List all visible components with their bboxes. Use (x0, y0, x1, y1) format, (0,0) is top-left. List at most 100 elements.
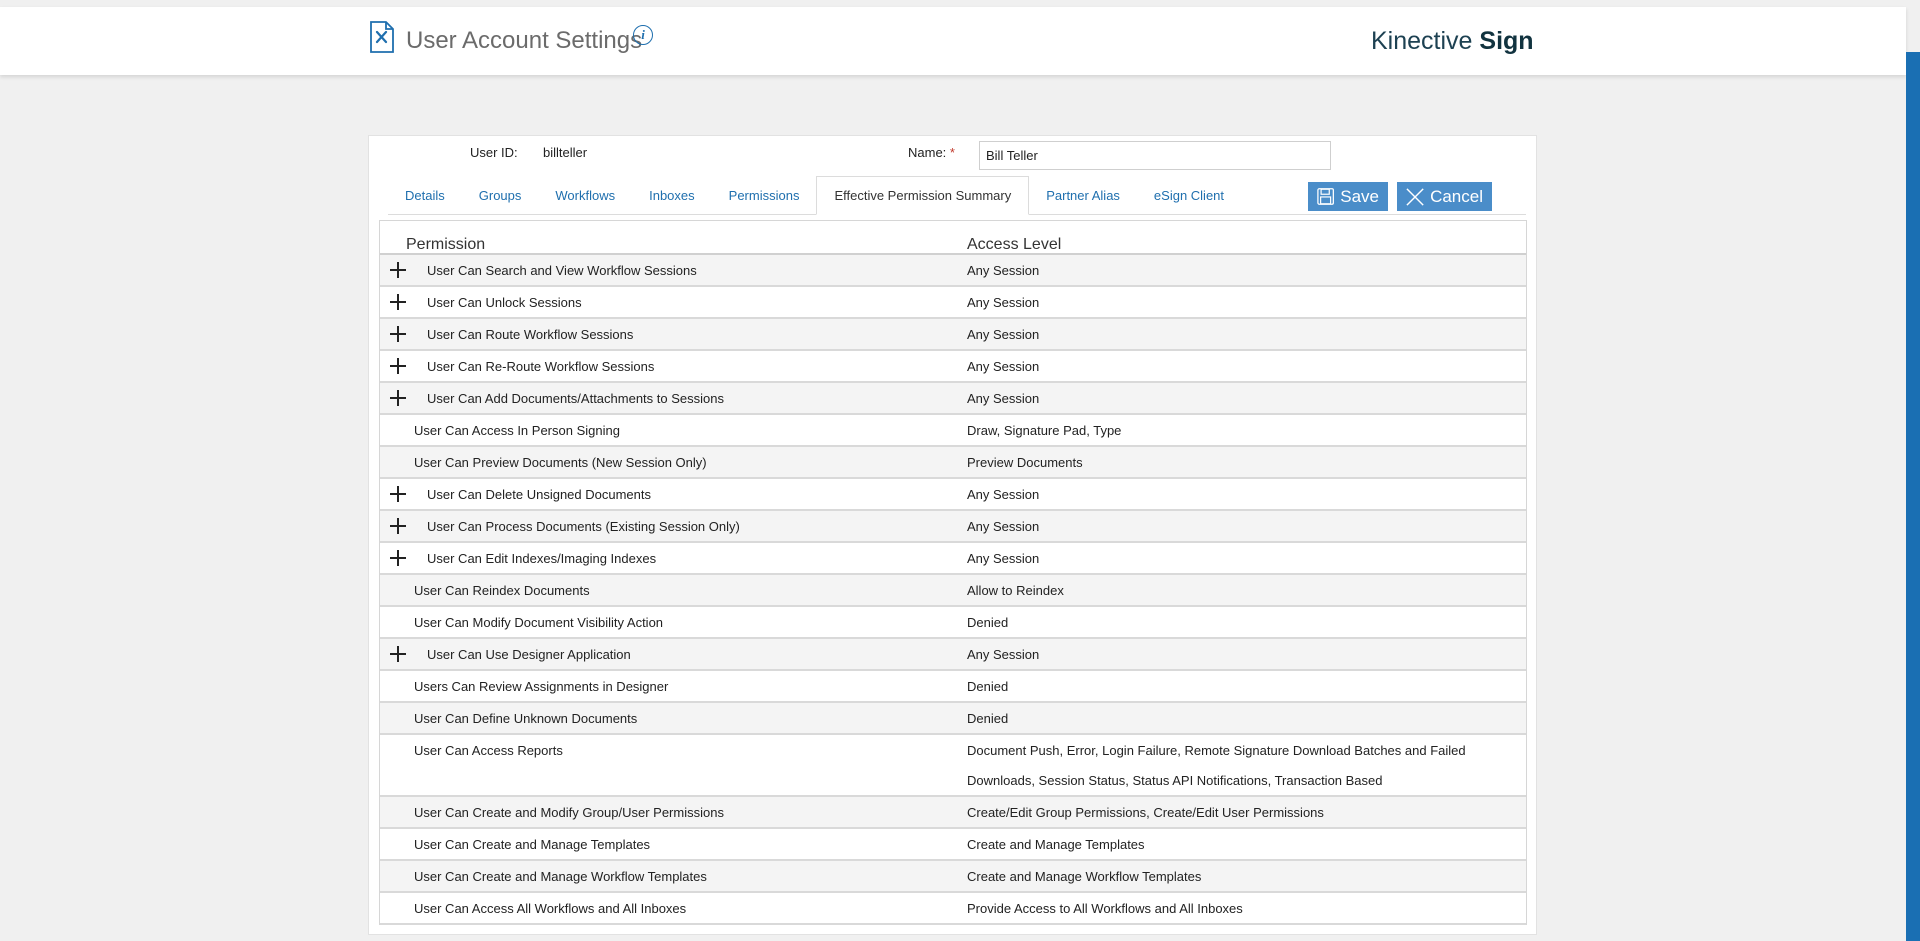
permission-name: User Can Access Reports (414, 743, 563, 758)
table-body: User Can Search and View Workflow Sessio… (380, 255, 1526, 925)
table-row: User Can Define Unknown Documents Denied (380, 703, 1526, 735)
access-level: Document Push, Error, Login Failure, Rem… (967, 743, 1466, 788)
tab-permissions[interactable]: Permissions (712, 176, 817, 214)
table-row[interactable]: User Can Add Documents/Attachments to Se… (380, 383, 1526, 415)
access-level: Any Session (967, 487, 1040, 502)
permission-name: User Can Create and Manage Templates (414, 837, 651, 852)
name-label: Name: * (908, 145, 955, 160)
access-level: Any Session (967, 359, 1040, 374)
permission-name: User Can Define Unknown Documents (414, 711, 638, 726)
access-level: Any Session (967, 551, 1040, 566)
table-row[interactable]: User Can Search and View Workflow Sessio… (380, 255, 1526, 287)
permission-name: User Can Create and Modify Group/User Pe… (414, 805, 724, 820)
table-row: User Can Create and Modify Group/User Pe… (380, 797, 1526, 829)
name-input[interactable] (979, 141, 1331, 170)
document-settings-icon (369, 21, 395, 53)
access-level: Provide Access to All Workflows and All … (967, 901, 1243, 916)
user-id-value: billteller (543, 145, 588, 160)
permission-name: User Can Reindex Documents (414, 583, 590, 598)
brand-light-text: Kinective (1371, 27, 1473, 55)
plus-icon[interactable] (390, 646, 406, 662)
plus-icon[interactable] (390, 390, 406, 406)
access-level: Draw, Signature Pad, Type (967, 423, 1122, 438)
page-title: User Account Settings (406, 27, 643, 54)
tab-groups[interactable]: Groups (462, 176, 539, 214)
table-header: Permission Access Level (380, 221, 1526, 255)
table-row[interactable]: User Can Process Documents (Existing Ses… (380, 511, 1526, 543)
brand-bold-text: Sign (1479, 27, 1534, 55)
column-header-permission: Permission (406, 236, 486, 253)
access-level: Any Session (967, 295, 1040, 310)
table-row[interactable]: User Can Route Workflow Sessions Any Sess… (380, 319, 1526, 351)
permission-name: User Can Modify Document Visibility Acti… (414, 615, 664, 630)
close-icon (1406, 187, 1424, 206)
access-level: Any Session (967, 519, 1040, 534)
access-level: Any Session (967, 263, 1040, 278)
save-button-label: Save (1340, 186, 1379, 206)
user-id-label: User ID: (470, 145, 518, 160)
table-row[interactable]: User Can Edit Indexes/Imaging Indexes Any… (380, 543, 1526, 575)
plus-icon[interactable] (390, 486, 406, 502)
access-level: Create and Manage Workflow Templates (967, 869, 1202, 884)
tab-inboxes[interactable]: Inboxes (632, 176, 712, 214)
tab-effective-permission-summary[interactable]: Effective Permission Summary (816, 176, 1030, 215)
info-icon[interactable]: i (633, 25, 653, 45)
access-level: Any Session (967, 327, 1040, 342)
permission-name: User Can Process Documents (Existing Ses… (427, 519, 740, 534)
permission-summary-table: Permission Access Level User Can Search … (379, 220, 1527, 925)
access-level: Any Session (967, 647, 1040, 662)
cancel-button-label: Cancel (1430, 186, 1483, 206)
permission-name: User Can Add Documents/Attachments to Se… (427, 391, 724, 406)
permission-name: User Can Route Workflow Sessions (427, 327, 634, 342)
access-level: Create and Manage Templates (967, 837, 1145, 852)
table-row: User Can Access In Person Signing Draw, S… (380, 415, 1526, 447)
right-edge-bar (1906, 52, 1920, 941)
access-level: Denied (967, 615, 1009, 630)
access-level: Preview Documents (967, 455, 1083, 470)
permission-name: User Can Use Designer Application (427, 647, 631, 662)
tab-partner-alias[interactable]: Partner Alias (1029, 176, 1137, 214)
tab-workflows[interactable]: Workflows (538, 176, 632, 214)
brand-logo: Kinective Sign (1371, 27, 1534, 56)
permission-name: Users Can Review Assignments in Designer (414, 679, 669, 694)
permission-name: User Can Create and Manage Workflow Temp… (414, 869, 707, 884)
plus-icon[interactable] (390, 518, 406, 534)
tab-details[interactable]: Details (388, 176, 462, 214)
permission-name: User Can Re-Route Workflow Sessions (427, 359, 655, 374)
name-label-text: Name: (908, 145, 947, 160)
permission-name: User Can Search and View Workflow Sessio… (427, 263, 697, 278)
access-level: Denied (967, 711, 1009, 726)
access-level: Denied (967, 679, 1009, 694)
permission-name: User Can Access All Workflows and All In… (414, 901, 687, 916)
table-row: User Can Reindex Documents Allow to Reind… (380, 575, 1526, 607)
plus-icon[interactable] (390, 550, 406, 566)
save-icon (1317, 188, 1334, 205)
table-row: User Can Create and Manage Templates Crea… (380, 829, 1526, 861)
page-header (0, 7, 1906, 75)
tab-esign-client[interactable]: eSign Client (1137, 176, 1241, 214)
top-strip (0, 0, 1920, 7)
plus-icon[interactable] (390, 294, 406, 310)
table-row: User Can Preview Documents (New Session … (380, 447, 1526, 479)
table-row: User Can Access Reports Document Push, Er… (380, 735, 1526, 797)
permission-name: User Can Access In Person Signing (414, 423, 620, 438)
cancel-button[interactable]: Cancel (1397, 182, 1492, 211)
save-button[interactable]: Save (1308, 182, 1388, 211)
table-row: User Can Create and Manage Workflow Temp… (380, 861, 1526, 893)
plus-icon[interactable] (390, 358, 406, 374)
table-row: User Can Access All Workflows and All In… (380, 893, 1526, 925)
plus-icon[interactable] (390, 262, 406, 278)
access-level: Any Session (967, 391, 1040, 406)
permission-name: User Can Unlock Sessions (427, 295, 582, 310)
permission-name: User Can Preview Documents (New Session … (414, 455, 707, 470)
required-marker: * (949, 145, 955, 160)
permission-name: User Can Edit Indexes/Imaging Indexes (427, 551, 657, 566)
plus-icon[interactable] (390, 326, 406, 342)
table-row[interactable]: User Can Delete Unsigned Documents Any Se… (380, 479, 1526, 511)
table-row[interactable]: User Can Use Designer Application Any Ses… (380, 639, 1526, 671)
table-row[interactable]: User Can Re-Route Workflow Sessions Any S… (380, 351, 1526, 383)
permission-name: User Can Delete Unsigned Documents (427, 487, 651, 502)
table-row[interactable]: User Can Unlock Sessions Any Session (380, 287, 1526, 319)
table-row: Users Can Review Assignments in Designer… (380, 671, 1526, 703)
column-header-access-level: Access Level (967, 236, 1062, 253)
